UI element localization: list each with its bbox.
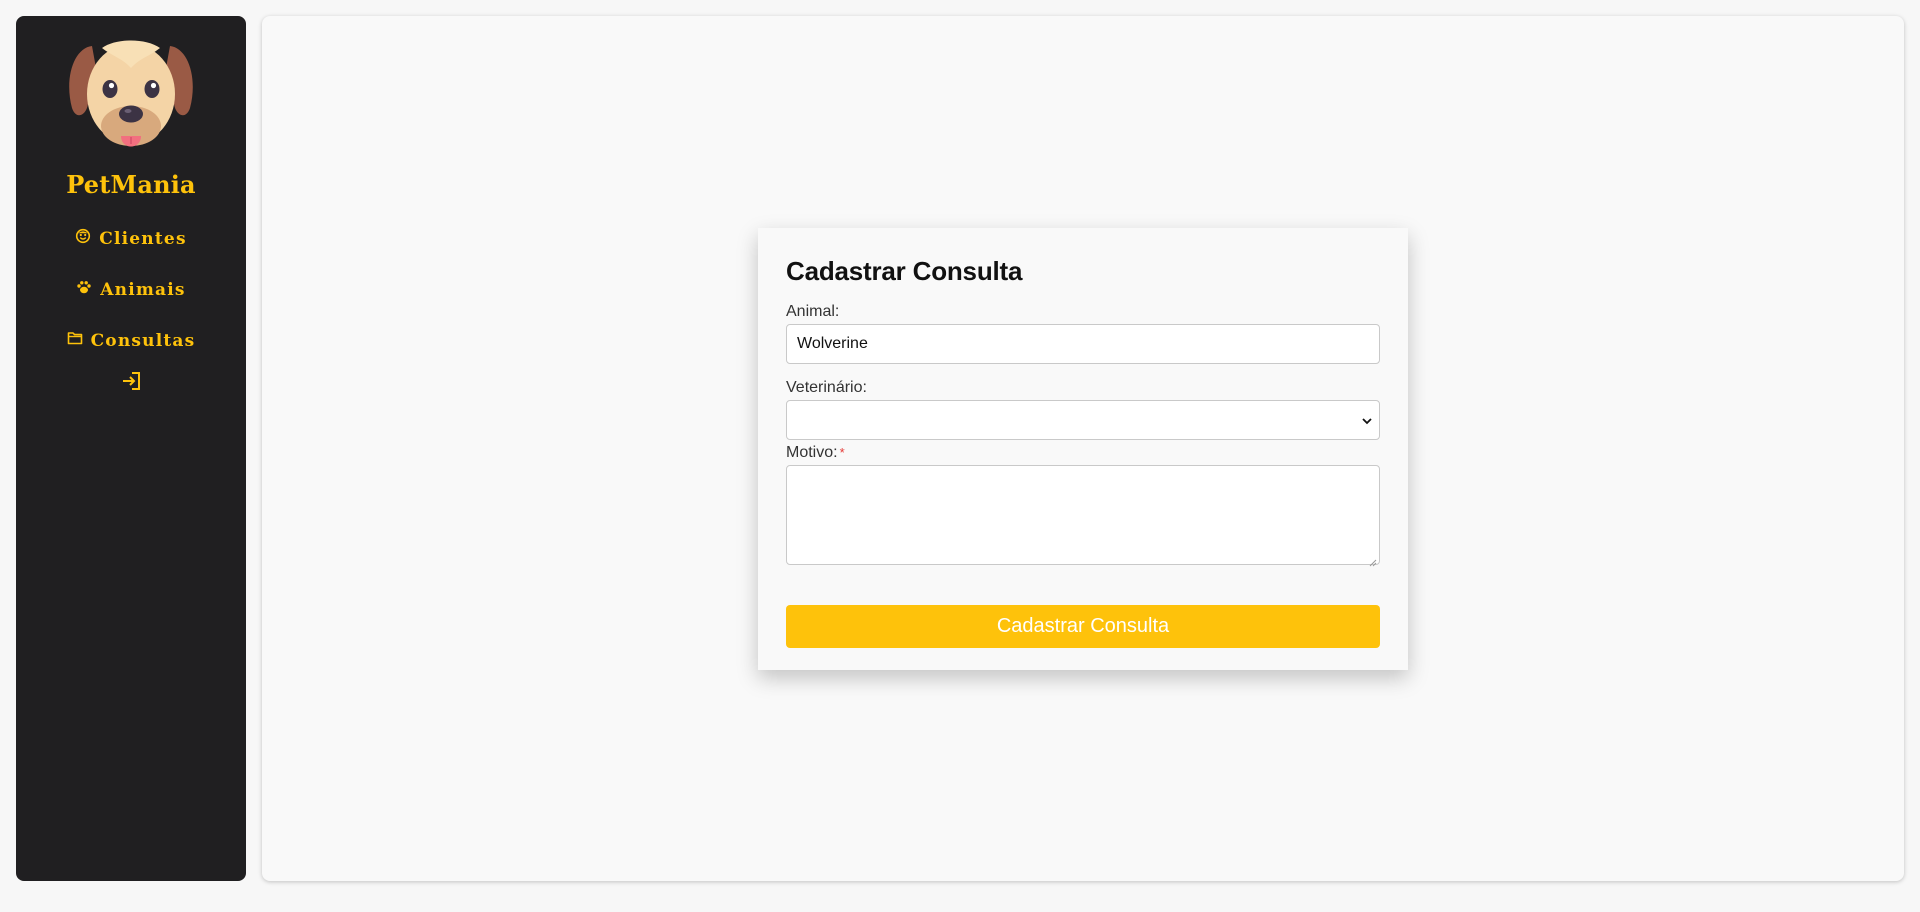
resize-grip-icon[interactable]	[1369, 554, 1377, 567]
sidebar-item-label: Animais	[100, 279, 186, 300]
sidebar-item-label: Clientes	[99, 228, 187, 249]
logout-button[interactable]	[120, 366, 142, 400]
animal-label: Animal:	[786, 303, 840, 320]
motivo-label-text: Motivo:	[786, 444, 838, 461]
sidebar-nav: Clientes Animais Consultas	[67, 213, 196, 400]
sidebar: PetMania Clientes Animais Consultas	[16, 16, 246, 881]
folder-icon	[67, 330, 91, 351]
sidebar-item-label: Consultas	[90, 330, 196, 351]
sidebar-item-clientes[interactable]: Clientes	[75, 213, 186, 264]
form-title: Cadastrar Consulta	[786, 256, 1023, 286]
submit-button[interactable]: Cadastrar Consulta	[786, 605, 1380, 648]
required-mark: *	[839, 445, 845, 460]
sidebar-item-consultas[interactable]: Consultas	[67, 315, 196, 366]
motivo-textarea[interactable]	[786, 465, 1380, 567]
paw-icon	[76, 279, 100, 300]
logout-icon	[120, 370, 142, 397]
main-panel: Cadastrar Consulta Animal: Wolverine Vet…	[262, 16, 1904, 881]
veterinario-select[interactable]	[786, 400, 1380, 440]
sidebar-item-animais[interactable]: Animais	[76, 264, 185, 315]
veterinario-label: Veterinário:	[786, 379, 867, 396]
app-root: PetMania Clientes Animais Consultas Cada…	[0, 0, 1920, 912]
consulta-form-card: Cadastrar Consulta Animal: Wolverine Vet…	[758, 228, 1408, 670]
animal-input[interactable]: Wolverine	[786, 324, 1380, 364]
dog-face-icon	[66, 38, 196, 162]
brand-name: PetMania	[66, 170, 196, 199]
face-icon	[75, 228, 99, 249]
motivo-label: Motivo: *	[786, 444, 1380, 462]
